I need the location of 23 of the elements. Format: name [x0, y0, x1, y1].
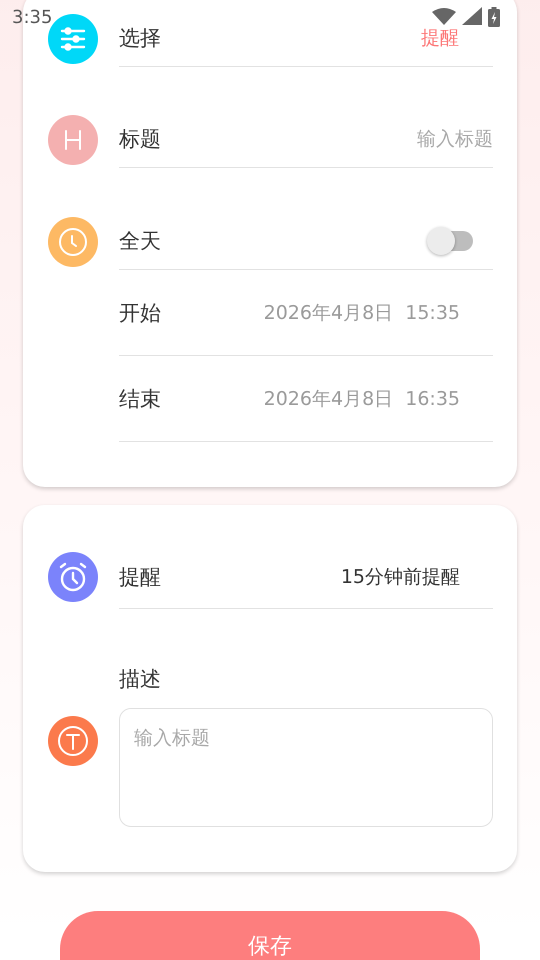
save-button[interactable]: 保存	[60, 911, 480, 960]
row-label: 选择	[119, 25, 161, 52]
clock-icon	[48, 216, 98, 266]
row-label: 描述	[119, 666, 162, 693]
title-field[interactable]: 输入标题	[333, 128, 493, 150]
row-label: 标题	[119, 126, 161, 153]
letter-t-icon	[48, 716, 98, 766]
description-field[interactable]: 输入标题	[119, 708, 493, 827]
row-label: 结束	[119, 386, 161, 412]
row-label: 开始	[119, 300, 161, 326]
row-label: 全天	[119, 228, 161, 255]
status-time: 3:35	[12, 7, 52, 28]
reminder-value[interactable]: 15分钟前提醒	[340, 564, 460, 590]
alarm-clock-icon	[48, 552, 98, 602]
date-time-value[interactable]: 2026年4月8日 16:35	[264, 386, 460, 412]
type-value[interactable]: 提醒	[421, 25, 459, 51]
battery-icon	[488, 7, 500, 27]
wifi-icon	[432, 7, 456, 25]
all-day-switch[interactable]	[427, 227, 475, 255]
letter-h-icon	[48, 114, 98, 164]
signal-icon	[462, 7, 482, 25]
date-time-value[interactable]: 2026年4月8日 15:35	[264, 300, 460, 326]
row-label: 提醒	[119, 564, 161, 590]
